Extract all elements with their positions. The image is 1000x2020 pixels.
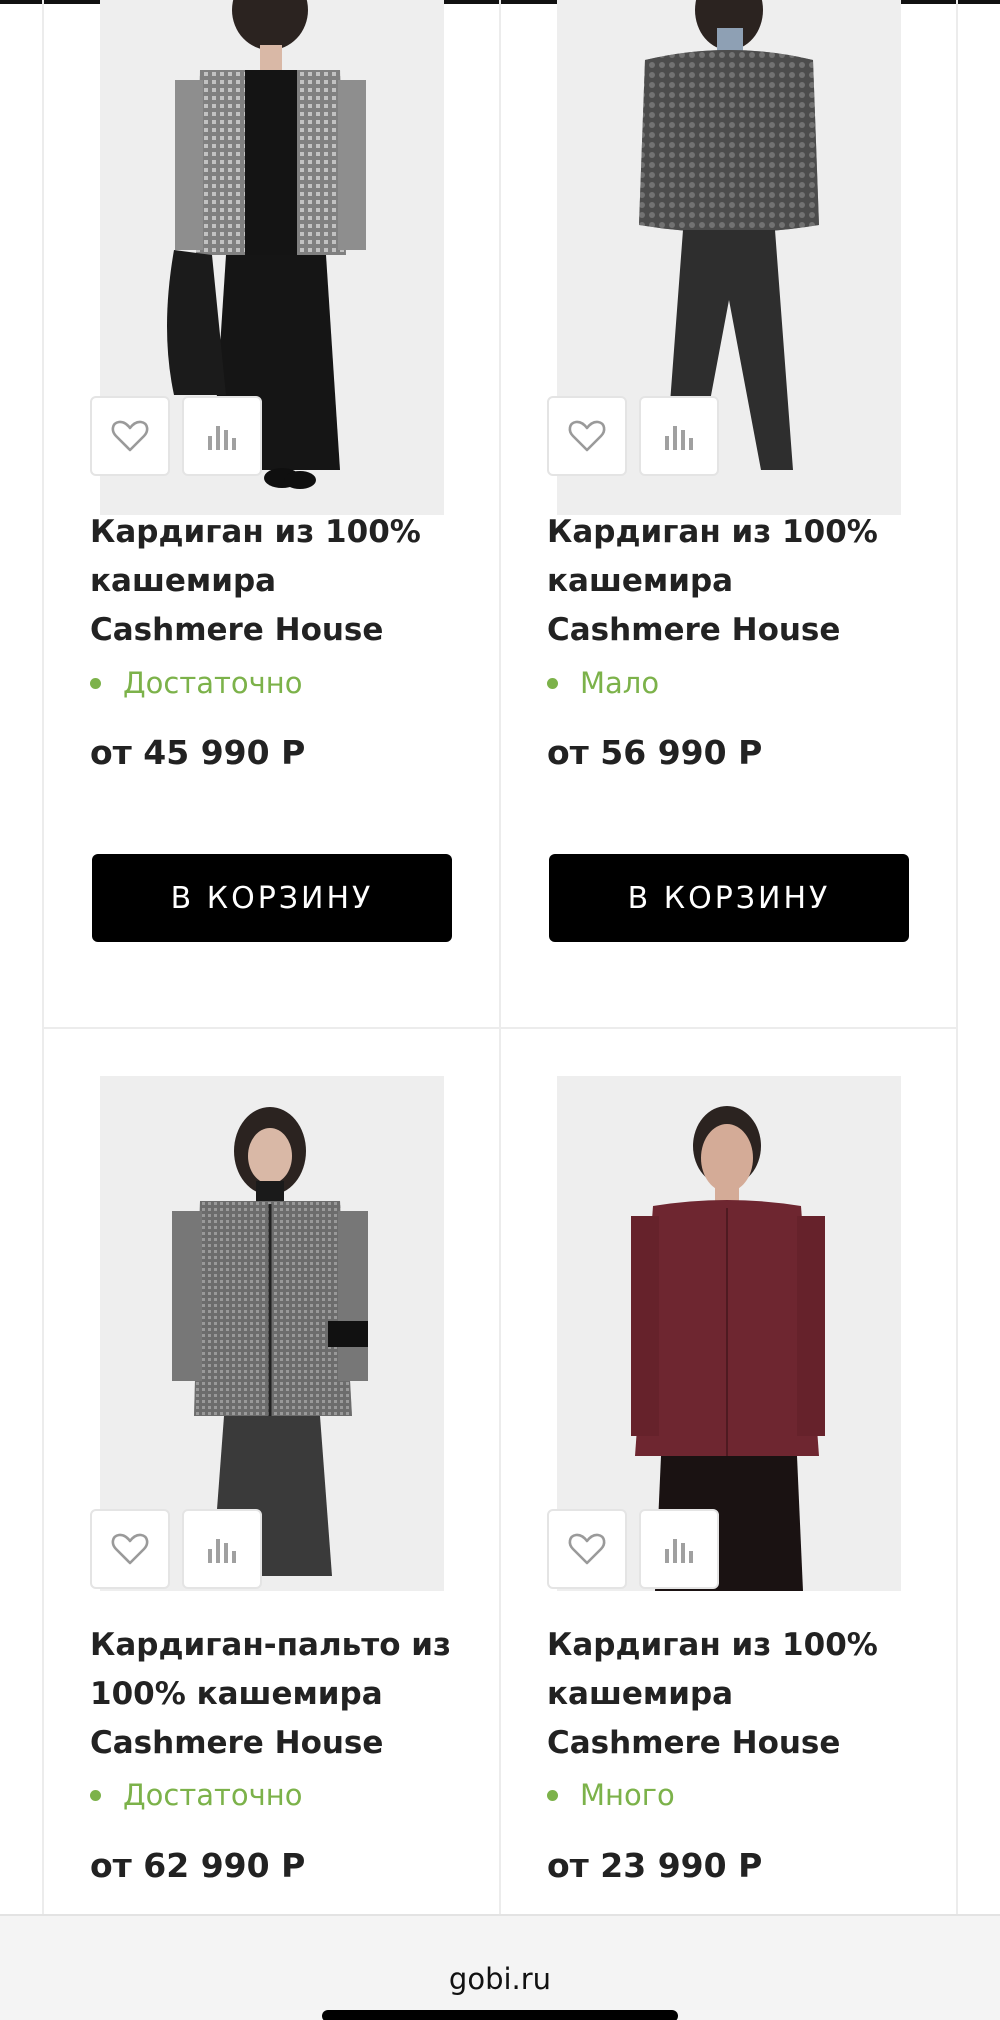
browser-address-bar[interactable]: gobi.ru xyxy=(0,1914,1000,2020)
product-card: Кардиган из 100% кашемира Cashmere House… xyxy=(501,0,957,1027)
product-title-line: Cashmere House xyxy=(547,1725,841,1761)
add-to-compare-button[interactable] xyxy=(639,396,719,476)
add-to-favorites-button[interactable] xyxy=(547,1509,627,1589)
bar-chart-icon xyxy=(208,426,236,450)
product-card: Кардиган из 100% кашемира Cashmere House… xyxy=(501,1029,957,1914)
add-to-favorites-button[interactable] xyxy=(547,396,627,476)
stock-status: Много xyxy=(547,1778,675,1812)
product-price: от 56 990 Р xyxy=(547,733,763,772)
stock-label: Много xyxy=(580,1778,675,1812)
product-title-line: Кардиган из 100% xyxy=(547,514,878,550)
product-title-line: Cashmere House xyxy=(90,612,384,648)
address-url[interactable]: gobi.ru xyxy=(0,1962,1000,1996)
add-to-compare-button[interactable] xyxy=(182,396,262,476)
product-title[interactable]: Кардиган-пальто из 100% кашемира Cashmer… xyxy=(90,1621,480,1768)
stock-status: Достаточно xyxy=(90,666,302,700)
product-title-line: Кардиган из 100% xyxy=(547,1627,878,1663)
add-to-cart-button[interactable]: В КОРЗИНУ xyxy=(92,854,452,942)
bar-chart-icon xyxy=(665,426,693,450)
stock-indicator-dot xyxy=(547,677,558,689)
stock-label: Достаточно xyxy=(123,666,303,700)
stock-indicator-dot xyxy=(547,1789,558,1801)
stock-indicator-dot xyxy=(90,1789,101,1801)
product-card: Кардиган-пальто из 100% кашемира Cashmer… xyxy=(44,1029,500,1914)
add-to-favorites-button[interactable] xyxy=(90,396,170,476)
product-card: Кардиган из 100% кашемира Cashmere House… xyxy=(44,0,500,1027)
stock-label: Достаточно xyxy=(123,1778,303,1812)
home-indicator[interactable] xyxy=(322,2010,678,2020)
add-to-compare-button[interactable] xyxy=(182,1509,262,1589)
product-title-line: кашемира xyxy=(90,563,277,599)
heart-icon xyxy=(111,1533,149,1565)
bar-chart-icon xyxy=(208,1539,236,1563)
product-title-line: Cashmere House xyxy=(547,612,841,648)
product-price: от 23 990 Р xyxy=(547,1846,763,1885)
heart-icon xyxy=(111,420,149,452)
stock-status: Достаточно xyxy=(90,1778,302,1812)
heart-icon xyxy=(568,1533,606,1565)
stock-label: Мало xyxy=(580,666,660,700)
bar-chart-icon xyxy=(665,1539,693,1563)
product-title-line: кашемира xyxy=(547,1676,734,1712)
product-price: от 45 990 Р xyxy=(90,733,306,772)
add-to-compare-button[interactable] xyxy=(639,1509,719,1589)
product-title-line: 100% кашемира xyxy=(90,1676,383,1712)
add-to-cart-button[interactable]: В КОРЗИНУ xyxy=(549,854,909,942)
stock-indicator-dot xyxy=(90,677,101,689)
product-title-line: Кардиган-пальто из xyxy=(90,1627,452,1663)
product-title-line: Кардиган из 100% xyxy=(90,514,421,550)
product-title[interactable]: Кардиган из 100% кашемира Cashmere House xyxy=(547,1621,937,1768)
product-title-line: кашемира xyxy=(547,563,734,599)
heart-icon xyxy=(568,420,606,452)
product-price: от 62 990 Р xyxy=(90,1846,306,1885)
product-title[interactable]: Кардиган из 100% кашемира Cashmere House xyxy=(90,508,480,655)
product-title-line: Cashmere House xyxy=(90,1725,384,1761)
stock-status: Мало xyxy=(547,666,659,700)
product-title[interactable]: Кардиган из 100% кашемира Cashmere House xyxy=(547,508,937,655)
add-to-favorites-button[interactable] xyxy=(90,1509,170,1589)
